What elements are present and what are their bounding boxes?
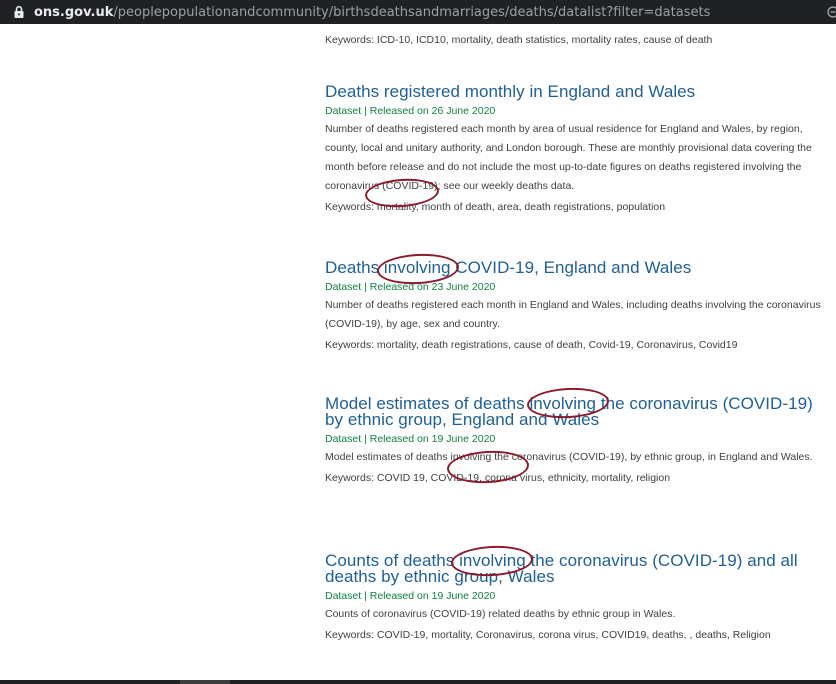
result-meta: Dataset | Released on 23 June 2020 — [325, 281, 496, 293]
extension-icon[interactable] — [826, 5, 836, 19]
result-keywords: Keywords: COVID-19, mortality, Coronavir… — [325, 629, 771, 641]
result-title-link[interactable]: Deaths involving COVID-19, England and W… — [325, 259, 830, 276]
taskbar-segment — [180, 680, 230, 684]
list-item: Counts of deaths involving the coronavir… — [325, 552, 830, 642]
browser-address-bar[interactable]: ons.gov.uk/peoplepopulationandcommunity/… — [0, 0, 836, 24]
result-keywords: Keywords: mortality, month of death, are… — [325, 201, 666, 213]
result-description: Number of deaths registered each month b… — [325, 123, 812, 192]
result-title-link[interactable]: Deaths registered monthly in England and… — [325, 83, 830, 100]
result-description: Number of deaths registered each month i… — [325, 299, 821, 330]
taskbar-strip — [0, 680, 836, 684]
list-item: Model estimates of deaths involving the … — [325, 395, 830, 485]
url-domain: ons.gov.uk — [34, 4, 114, 20]
result-title-link[interactable]: Model estimates of deaths involving the … — [325, 395, 830, 428]
result-meta: Dataset | Released on 26 June 2020 — [325, 105, 496, 117]
url-path: /peoplepopulationandcommunity/birthsdeat… — [113, 4, 711, 20]
result-keywords: Keywords: COVID 19, COVID-19, corona vir… — [325, 472, 671, 484]
list-item: Deaths involving COVID-19, England and W… — [325, 259, 830, 352]
list-item: Deaths registered monthly in England and… — [325, 83, 830, 214]
result-keywords: Keywords: mortality, death registrations… — [325, 339, 738, 351]
result-description: Counts of coronavirus (COVID-19) related… — [325, 608, 676, 620]
result-title-link[interactable]: Counts of deaths involving the coronavir… — [325, 552, 830, 585]
result-keywords: Keywords: ICD-10, ICD10, mortality, deat… — [325, 34, 713, 46]
result-meta: Dataset | Released on 19 June 2020 — [325, 590, 496, 602]
result-meta: Dataset | Released on 19 June 2020 — [325, 433, 496, 445]
lock-icon — [14, 5, 24, 18]
result-description: Model estimates of deaths involving the … — [325, 451, 813, 463]
